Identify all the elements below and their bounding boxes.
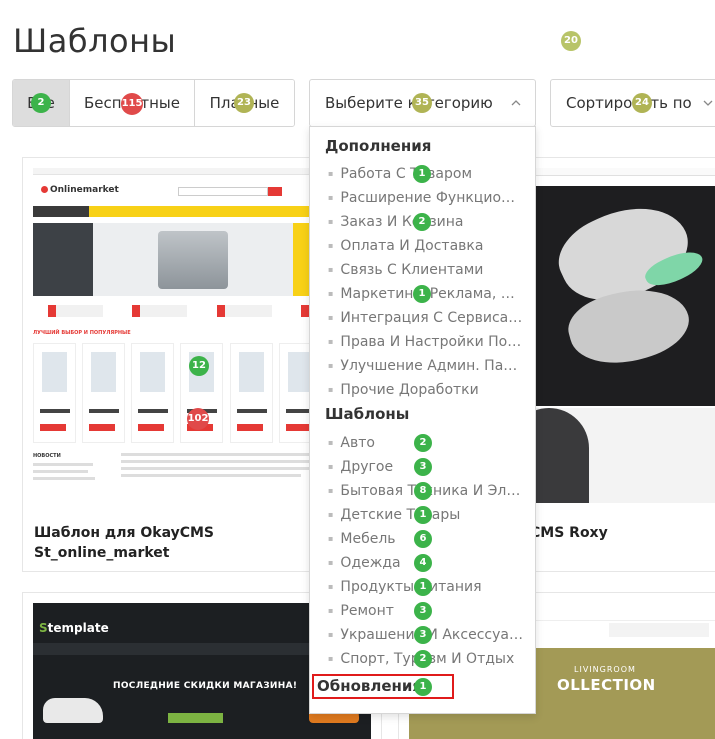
dropdown-item-badge: 2 xyxy=(414,650,432,668)
dropdown-item[interactable]: Расширение Функционала xyxy=(328,188,523,208)
filter-all-badge: 2 xyxy=(31,93,51,113)
dropdown-item[interactable]: Оплата И Доставка xyxy=(328,236,523,256)
thumb-news: НОВОСТИ xyxy=(33,453,103,498)
thumb-search xyxy=(178,187,268,196)
category-select-label: Выберите категорию xyxy=(325,94,493,112)
thumb-car xyxy=(43,698,103,723)
sort-select-badge: 24 xyxy=(632,93,652,113)
dropdown-item[interactable]: Права И Настройки Пользователей xyxy=(328,332,523,352)
thumb-logo: Stemplate xyxy=(39,621,109,635)
chevron-up-icon xyxy=(511,100,521,106)
thumb-eyebrow: LIVINGROOM xyxy=(574,665,636,674)
dropdown-item-badge: 1 xyxy=(413,165,431,183)
dropdown-item-badge: 8 xyxy=(414,482,432,500)
filter-paid-badge: 23 xyxy=(234,93,254,113)
category-dropdown: Дополнения Работа С Товаром1Расширение Ф… xyxy=(309,126,536,714)
category-select-badge: 35 xyxy=(412,93,432,113)
filter-free-badge: 115 xyxy=(121,93,143,115)
dropdown-item-badge: 1 xyxy=(414,678,432,696)
thumb-hero-button xyxy=(168,713,223,723)
dropdown-item[interactable]: Прочие Доработки xyxy=(328,380,523,400)
thumb-headline: OLLECTION xyxy=(557,676,656,694)
dropdown-item-badge: 3 xyxy=(414,458,432,476)
dropdown-item-badge: 6 xyxy=(414,530,432,548)
chevron-down-icon xyxy=(703,100,713,106)
dropdown-item-badge: 1 xyxy=(414,506,432,524)
dropdown-group-addons: Дополнения xyxy=(325,137,432,155)
dropdown-item[interactable]: Интеграция С Сервисами xyxy=(328,308,523,328)
dropdown-item-badge: 2 xyxy=(414,434,432,452)
thumb-hero-text: ПОСЛЕДНИЕ СКИДКИ МАГАЗИНА! xyxy=(113,681,298,691)
card-title[interactable]: Шаблон для OkayCMS St_online_market xyxy=(34,523,214,563)
thumb-logo: Onlinemarket xyxy=(41,185,119,195)
thumb-section-title: ЛУЧШИЙ ВЫБОР И ПОПУЛЯРНЫЕ xyxy=(33,330,131,336)
dropdown-item-badge: 1 xyxy=(414,578,432,596)
sort-select-label: Сортировать по xyxy=(566,94,692,112)
dropdown-group-templates: Шаблоны xyxy=(325,405,410,423)
card-badge: 12 xyxy=(189,356,209,376)
count-badge: 20 xyxy=(561,31,581,51)
dropdown-item[interactable]: Связь С Клиентами xyxy=(328,260,523,280)
card-title[interactable]: CMS Roxy xyxy=(530,523,608,543)
dropdown-item-badge: 1 xyxy=(413,285,431,303)
dropdown-item-badge: 3 xyxy=(414,602,432,620)
page-title: Шаблоны xyxy=(13,22,177,60)
dropdown-item-updates[interactable]: Обновления xyxy=(312,674,454,699)
dropdown-item-label: Обновления xyxy=(317,677,423,695)
dropdown-item-badge: 2 xyxy=(413,213,431,231)
card-badge: 102 xyxy=(187,408,209,430)
dropdown-item-badge: 4 xyxy=(414,554,432,572)
thumb-search-button xyxy=(268,187,282,196)
dropdown-item-badge: 3 xyxy=(414,626,432,644)
thumb-header xyxy=(609,623,709,637)
dropdown-item[interactable]: Улучшение Админ. Панели xyxy=(328,356,523,376)
